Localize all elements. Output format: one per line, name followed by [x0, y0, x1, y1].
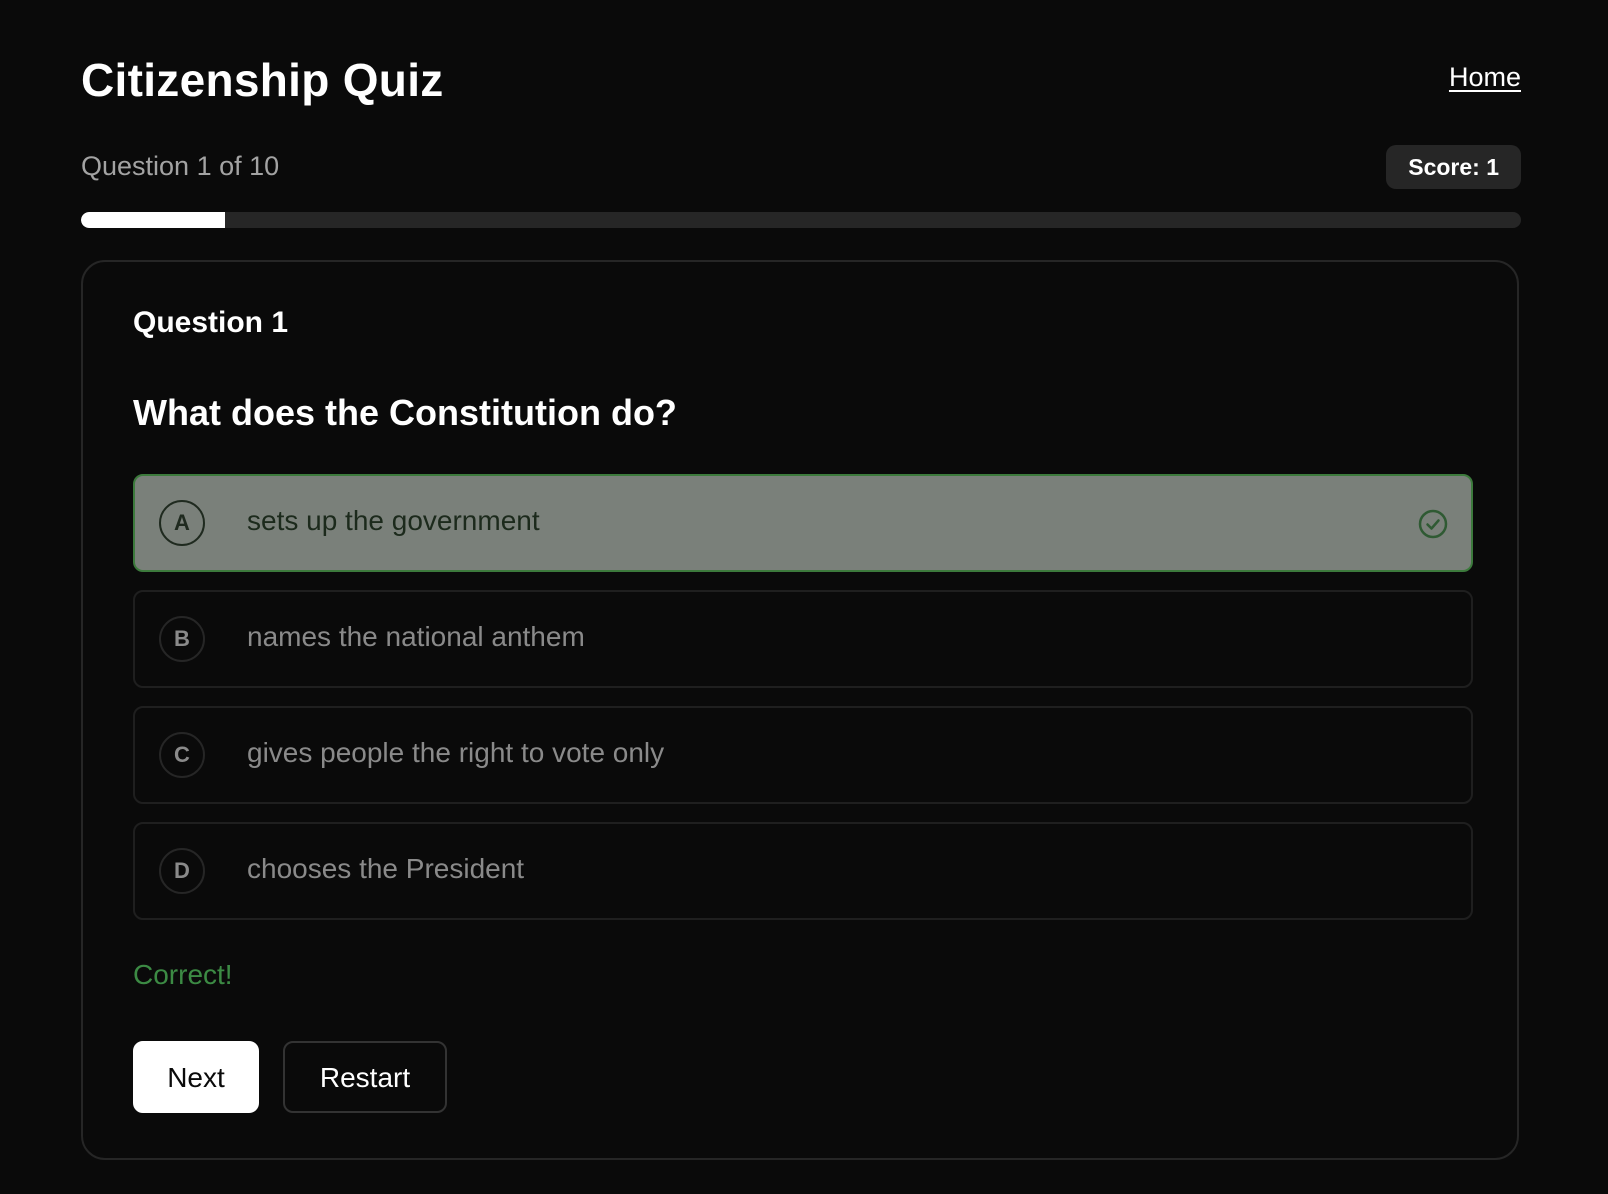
check-circle-icon [1418, 509, 1448, 539]
answer-option-d[interactable]: D chooses the President [133, 822, 1473, 920]
page-title: Citizenship Quiz [81, 54, 444, 106]
restart-button[interactable]: Restart [283, 1041, 447, 1113]
question-number: Question 1 [133, 306, 289, 339]
option-text: sets up the government [247, 505, 540, 536]
score-badge: Score: 1 [1386, 145, 1521, 189]
answer-option-c[interactable]: C gives people the right to vote only [133, 706, 1473, 804]
answer-option-b[interactable]: B names the national anthem [133, 590, 1473, 688]
question-counter: Question 1 of 10 [81, 151, 280, 181]
question-card: Question 1 What does the Constitution do… [81, 260, 1519, 1160]
header: Citizenship Quiz Home [81, 50, 1521, 110]
option-text: gives people the right to vote only [247, 737, 665, 768]
option-letter-badge: C [159, 732, 205, 778]
option-letter-badge: B [159, 616, 205, 662]
question-text: What does the Constitution do? [133, 392, 677, 433]
feedback-message: Correct! [133, 959, 233, 990]
progress-bar-fill [81, 212, 225, 228]
option-letter-badge: A [159, 500, 205, 546]
next-button[interactable]: Next [133, 1041, 259, 1113]
option-letter-badge: D [159, 848, 205, 894]
home-link[interactable]: Home [1449, 62, 1521, 93]
progress-bar [81, 212, 1521, 228]
option-text: chooses the President [247, 853, 525, 884]
answer-options: A sets up the government B names the nat… [133, 474, 1473, 938]
progress-row: Question 1 of 10 Score: 1 [81, 145, 1521, 189]
answer-option-a[interactable]: A sets up the government [133, 474, 1473, 572]
option-text: names the national anthem [247, 621, 585, 652]
